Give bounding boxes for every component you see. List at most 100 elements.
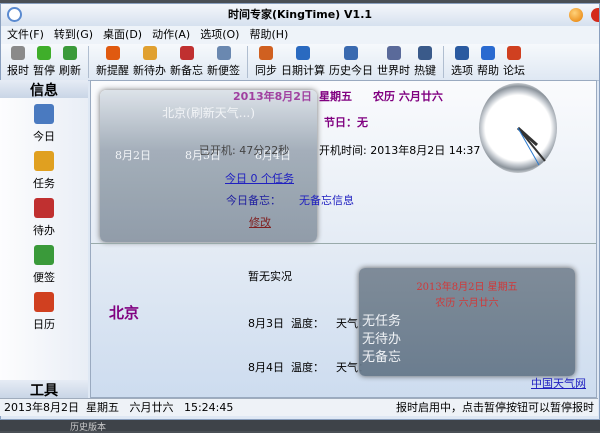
toolbar-button-7[interactable]: 新便签 — [207, 46, 240, 78]
sidebar-header-info[interactable]: 信息 — [0, 80, 88, 99]
memo-label: 今日备忘： — [226, 194, 281, 207]
help-icon — [481, 46, 495, 60]
weather-current: 暂无实况 — [248, 270, 292, 283]
toolbar-button-5[interactable]: 新待办 — [133, 46, 166, 78]
toolbar-label: 帮助 — [477, 64, 499, 77]
memo-grid-icon — [179, 46, 194, 60]
sidebar-item-label: 待办 — [33, 224, 55, 237]
toolbar-label: 新便签 — [207, 64, 240, 77]
forecast-date: 8月3日 — [248, 317, 284, 330]
sidebar-header-tools[interactable]: 工具 — [0, 380, 88, 399]
toolbar-label: 同步 — [255, 64, 277, 77]
toolbar-label: 日期计算 — [281, 64, 325, 77]
summary-line: 无任务 — [362, 314, 402, 329]
toolbar-button-14[interactable]: 帮助 — [477, 46, 499, 78]
status-datetime: 2013年8月2日 星期五 六月廿六 15:24:45 — [4, 401, 234, 414]
note-icon — [34, 245, 54, 265]
toolbar-button-3[interactable]: 刷新 — [59, 46, 81, 78]
summary-date: 2013年8月2日 星期五 — [416, 282, 518, 293]
history-icon — [344, 46, 358, 60]
menu-action[interactable]: 动作(A) — [152, 26, 190, 44]
toolbar-label: 暂停 — [33, 64, 55, 77]
toolbar-label: 新待办 — [133, 64, 166, 77]
minimize-button[interactable] — [569, 8, 583, 22]
toolbar-label: 世界时 — [377, 64, 410, 77]
toolbar-button-15[interactable]: 论坛 — [503, 46, 525, 78]
divider — [91, 243, 596, 244]
refresh-icon — [63, 46, 77, 60]
forecast-date: 8月4日 — [248, 361, 284, 374]
todo-icon — [34, 198, 54, 218]
boot-time: 开机时间: 2013年8月2日 14:37 — [319, 144, 481, 157]
sidebar-item-1[interactable]: 今日 — [0, 98, 88, 145]
edit-memo-link[interactable]: 修改 — [249, 214, 271, 230]
memo-value: 无备忘信息 — [299, 194, 354, 207]
toolbar: 报时 暂停 刷新 新提醒 新待办 新备忘 新便签 同步 日期计算 历史今日 世界时 热键 选项 帮助 论坛 — [1, 44, 599, 81]
analog-clock — [479, 83, 557, 173]
weather-overlay-day: 8月2日 — [115, 149, 151, 162]
today-weekday: 星期五 — [319, 90, 352, 103]
close-button[interactable] — [591, 8, 599, 22]
menu-file[interactable]: 文件(F) — [7, 26, 44, 44]
sync-icon — [259, 46, 273, 60]
menu-goto[interactable]: 转到(G) — [54, 26, 93, 44]
joystick-icon — [418, 46, 432, 60]
toolbar-label: 论坛 — [503, 64, 525, 77]
toolbar-button-4[interactable]: 新提醒 — [96, 46, 129, 78]
today-tasks-link[interactable]: 今日 0 个任务 — [225, 170, 294, 186]
clock-app-icon — [7, 7, 22, 22]
menu-options[interactable]: 选项(O) — [200, 26, 239, 44]
window-title: 时间专家(KingTime) V1.1 — [227, 8, 373, 21]
summary-lunar: 农历 六月廿六 — [435, 298, 499, 309]
alarm-clock-icon — [105, 46, 120, 60]
forecast-temp: 温度： — [291, 361, 324, 374]
summary-line: 无待办 — [362, 332, 402, 347]
toolbar-button-13[interactable]: 选项 — [451, 46, 473, 78]
summary-line: 无备忘 — [362, 350, 402, 365]
toolbar-separator — [443, 46, 444, 78]
toolbar-button-2[interactable]: 暂停 — [33, 46, 55, 78]
toolbar-button-10[interactable]: 历史今日 — [329, 46, 373, 78]
forecast-temp: 温度： — [291, 317, 324, 330]
sidebar-item-5[interactable]: 日历 — [0, 286, 88, 333]
toolbar-separator — [247, 46, 248, 78]
sidebar-item-4[interactable]: 便签 — [0, 239, 88, 286]
menu-bar: 文件(F) 转到(G) 桌面(D) 动作(A) 选项(O) 帮助(H) — [1, 26, 599, 44]
toolbar-button-8[interactable]: 同步 — [255, 46, 277, 78]
toolbar-label: 报时 — [7, 64, 29, 77]
options-icon — [455, 46, 469, 60]
toolbar-label: 新备忘 — [170, 64, 203, 77]
calculator-icon — [296, 46, 310, 60]
today-lunar: 农历 六月廿六 — [373, 90, 443, 103]
status-bar: 2013年8月2日 星期五 六月廿六 15:24:45 报时启用中，点击暂停按钮… — [0, 398, 598, 416]
sidebar-item-label: 任务 — [33, 177, 55, 190]
toolbar-button-6[interactable]: 新备忘 — [170, 46, 203, 78]
summary-overlay: 2013年8月2日 星期五 农历 六月廿六 无任务 无待办 无备忘 — [359, 268, 575, 376]
toolbar-label: 刷新 — [59, 64, 81, 77]
toolbar-label: 新提醒 — [96, 64, 129, 77]
toolbar-button-1[interactable]: 报时 — [7, 46, 29, 78]
desktop-background: 历史版本 — [0, 420, 600, 433]
menu-help[interactable]: 帮助(H) — [249, 26, 288, 44]
menu-desktop[interactable]: 桌面(D) — [103, 26, 142, 44]
today-icon — [34, 104, 54, 124]
speaker-icon — [11, 46, 25, 60]
weather-overlay-city: 北京(刷新天气...) — [162, 106, 255, 120]
todo-icon — [142, 46, 157, 60]
toolbar-button-11[interactable]: 世界时 — [377, 46, 410, 78]
weather-overlay: 北京(刷新天气...) 8月2日 8月3日 8月4日 — [100, 90, 317, 242]
note-icon — [216, 46, 231, 60]
sidebar-item-2[interactable]: 任务 — [0, 145, 88, 192]
festival: 节日：无 — [324, 116, 368, 129]
sidebar-item-3[interactable]: 待办 — [0, 192, 88, 239]
weather-source-link[interactable]: 中国天气网 — [531, 375, 586, 391]
toolbar-button-12[interactable]: 热键 — [414, 46, 436, 78]
today-date: 2013年8月2日 — [233, 90, 312, 103]
clock-hands-icon — [516, 126, 546, 166]
toolbar-separator — [88, 46, 89, 78]
pause-icon — [37, 46, 51, 60]
today-panel: 北京(刷新天气...) 8月2日 8月3日 8月4日 2013年8月2日 星期五… — [90, 80, 597, 398]
sidebar-item-label: 日历 — [33, 318, 55, 331]
toolbar-button-9[interactable]: 日期计算 — [281, 46, 325, 78]
toolbar-label: 选项 — [451, 64, 473, 77]
